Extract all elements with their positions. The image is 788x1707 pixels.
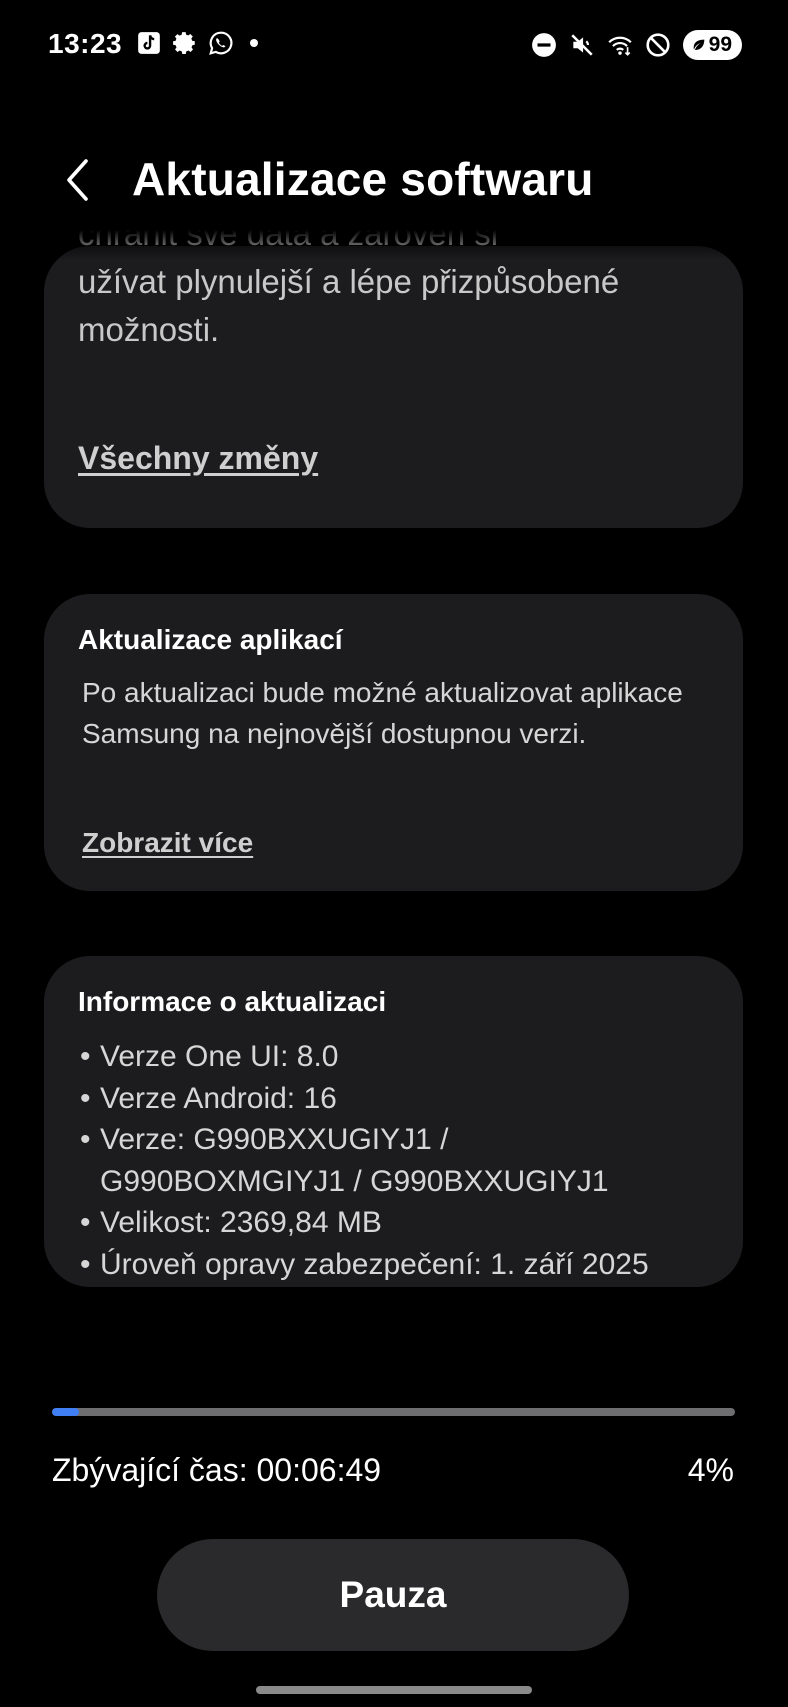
update-info-list: • Verze One UI: 8.0 • Verze Android: 16 • V…: [80, 1036, 720, 1285]
blocked-icon: [645, 32, 671, 58]
whatsapp-icon: [208, 30, 234, 56]
wifi-icon: [607, 32, 633, 58]
info-item-size: • Velikost: 2369,84 MB: [80, 1202, 720, 1244]
chevron-left-icon: [67, 159, 88, 201]
bullet: •: [80, 1247, 91, 1281]
info-item-one-ui: • Verze One UI: 8.0: [80, 1036, 720, 1078]
tiktok-icon: [136, 30, 162, 56]
bullet: •: [80, 1040, 91, 1073]
pause-button[interactable]: Pauza: [157, 1539, 629, 1651]
bullet: •: [80, 1206, 91, 1239]
changes-partial-text: chránit své data a zároveň si: [78, 230, 499, 252]
back-button[interactable]: [56, 150, 100, 210]
update-info-title: Informace o aktualizaci: [78, 986, 387, 1017]
battery-level: 99: [708, 33, 732, 56]
do-not-disturb-icon: [531, 32, 557, 58]
progress-fill: [52, 1408, 80, 1416]
info-item-android: • Verze Android: 16: [80, 1078, 720, 1120]
battery-indicator: 99: [682, 30, 742, 60]
app-updates-title: Aktualizace aplikací: [78, 624, 343, 655]
show-more-link[interactable]: Zobrazit více: [82, 827, 253, 859]
page-title: Aktualizace softwaru: [132, 153, 594, 205]
screen: 13:23 99 Aktualizace softwaru chránit sv…: [0, 0, 788, 1707]
changes-text: chránit své data a zároveň si užívat ply…: [78, 230, 718, 354]
bullet: •: [80, 1081, 91, 1115]
download-progress-bar: [52, 1408, 735, 1416]
app-header: Aktualizace softwaru: [0, 140, 788, 220]
bullet: •: [80, 1123, 91, 1156]
info-item-security-patch: • Úroveň opravy zabezpečení: 1. září 2025: [80, 1244, 720, 1286]
remaining-time-label: Zbývající čas:: [52, 1452, 248, 1488]
home-indicator[interactable]: [256, 1686, 532, 1694]
app-updates-card: Aktualizace aplikací Po aktualizaci bude…: [44, 594, 743, 891]
update-info-card: Informace o aktualizaci • Verze One UI: 8…: [44, 956, 743, 1287]
status-bar: 13:23 99: [0, 0, 788, 92]
remaining-time-value: 00:06:49: [256, 1452, 382, 1488]
progress-percent: 4%: [687, 1452, 734, 1488]
all-changes-link[interactable]: Všechny změny: [78, 440, 318, 477]
dot-icon: [250, 39, 258, 47]
leaf-icon: [693, 39, 704, 51]
status-right-icons: 99: [531, 30, 742, 60]
info-item-version: • Verze: G990BXXUGIYJ1 / G990BOXMGIYJ1 / …: [80, 1119, 720, 1202]
mute-icon: [569, 32, 595, 58]
scroll-content[interactable]: chránit své data a zároveň si užívat ply…: [0, 230, 788, 1300]
gear-icon: [172, 30, 198, 56]
remaining-time: Zbývající čas: 00:06:49: [52, 1452, 381, 1489]
status-time: 13:23: [48, 28, 123, 59]
changes-card: chránit své data a zároveň si užívat ply…: [44, 230, 743, 528]
changes-body: užívat plynulejší a lépe přizpůsobené mo…: [78, 263, 620, 348]
status-left-icons: [136, 30, 258, 56]
app-updates-body: Po aktualizaci bude možné aktualizovat a…: [82, 677, 683, 749]
